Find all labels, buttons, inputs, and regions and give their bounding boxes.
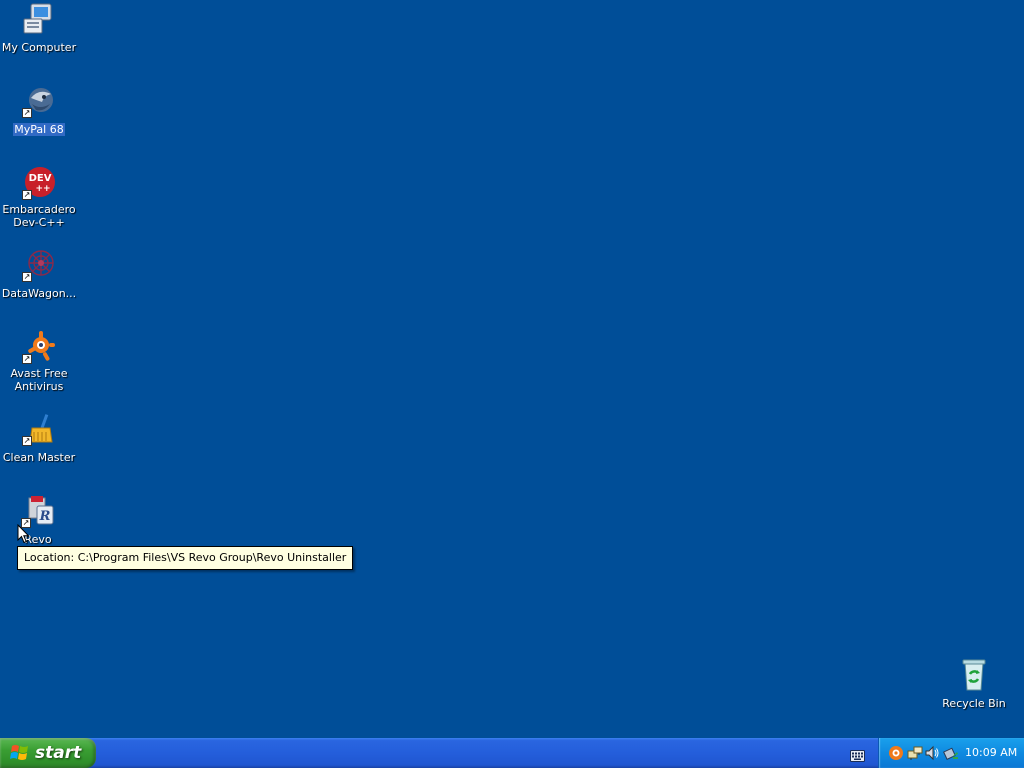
desktop-icon-clean-master[interactable]: ↗ Clean Master xyxy=(0,412,78,465)
desktop-icon-datawagon[interactable]: ↗ DataWagon... xyxy=(0,248,78,301)
svg-text:R: R xyxy=(39,509,51,524)
start-label: start xyxy=(35,743,82,763)
desktop-icon-my-computer[interactable]: My Computer xyxy=(0,2,78,55)
shortcut-arrow-icon: ↗ xyxy=(22,190,32,200)
keyboard-language-icon[interactable] xyxy=(850,747,865,762)
desktop-icon-label: DataWagon... xyxy=(1,287,77,300)
taskbar: start 10:09 AM xyxy=(0,738,1024,768)
datawagon-icon: ↗ xyxy=(22,248,56,282)
volume-tray-icon[interactable] xyxy=(924,745,940,761)
desktop-icon-dev-cpp[interactable]: DEV ++ ↗ Embarcadero Dev-C++ xyxy=(0,166,78,230)
svg-text:++: ++ xyxy=(35,184,50,194)
svg-text:DEV: DEV xyxy=(29,173,52,184)
revo-uninstaller-icon: R ↗ xyxy=(21,494,55,528)
desktop-icon-label: MyPal 68 xyxy=(13,123,65,136)
network-tray-icon[interactable] xyxy=(907,745,923,761)
avast-tray-icon[interactable] xyxy=(888,745,904,761)
desktop-icon-label: Avast Free Antivirus xyxy=(10,367,68,393)
shortcut-arrow-icon: ↗ xyxy=(22,436,32,446)
shortcut-location-tooltip: Location: C:\Program Files\VS Revo Group… xyxy=(17,546,354,570)
avast-icon: ↗ xyxy=(22,330,56,364)
recycle-bin-icon xyxy=(957,658,991,692)
shortcut-arrow-icon: ↗ xyxy=(22,354,32,364)
clean-master-icon: ↗ xyxy=(22,412,56,446)
my-computer-icon xyxy=(22,2,56,36)
taskbar-clock[interactable]: 10:09 AM xyxy=(965,738,1017,768)
desktop-icon-label: Clean Master xyxy=(2,451,76,464)
desktop-icon-label: My Computer xyxy=(1,41,77,54)
shortcut-arrow-icon: ↗ xyxy=(22,272,32,282)
desktop-icon-label: Recycle Bin xyxy=(942,697,1006,710)
shortcut-arrow-icon: ↗ xyxy=(22,108,32,118)
desktop-icon-recycle-bin[interactable]: Recycle Bin xyxy=(935,658,1013,711)
mypal-browser-icon: ↗ xyxy=(22,84,56,118)
desktop-icon-revo-uninstaller[interactable]: R ↗ Revo xyxy=(0,494,77,547)
mouse-cursor-icon xyxy=(17,523,31,544)
start-button[interactable]: start xyxy=(0,738,96,768)
dev-cpp-icon: DEV ++ ↗ xyxy=(22,166,56,200)
desktop-icon-avast[interactable]: ↗ Avast Free Antivirus xyxy=(0,330,78,394)
safely-remove-tray-icon[interactable] xyxy=(943,745,959,761)
windows-logo-icon xyxy=(10,745,28,760)
desktop[interactable]: My Computer ↗ MyPal 68 DEV ++ ↗ Embarcad… xyxy=(0,0,1024,738)
desktop-icon-label: Embarcadero Dev-C++ xyxy=(2,203,76,229)
desktop-icon-mypal-68[interactable]: ↗ MyPal 68 xyxy=(0,84,78,137)
system-tray: 10:09 AM xyxy=(878,738,1024,768)
